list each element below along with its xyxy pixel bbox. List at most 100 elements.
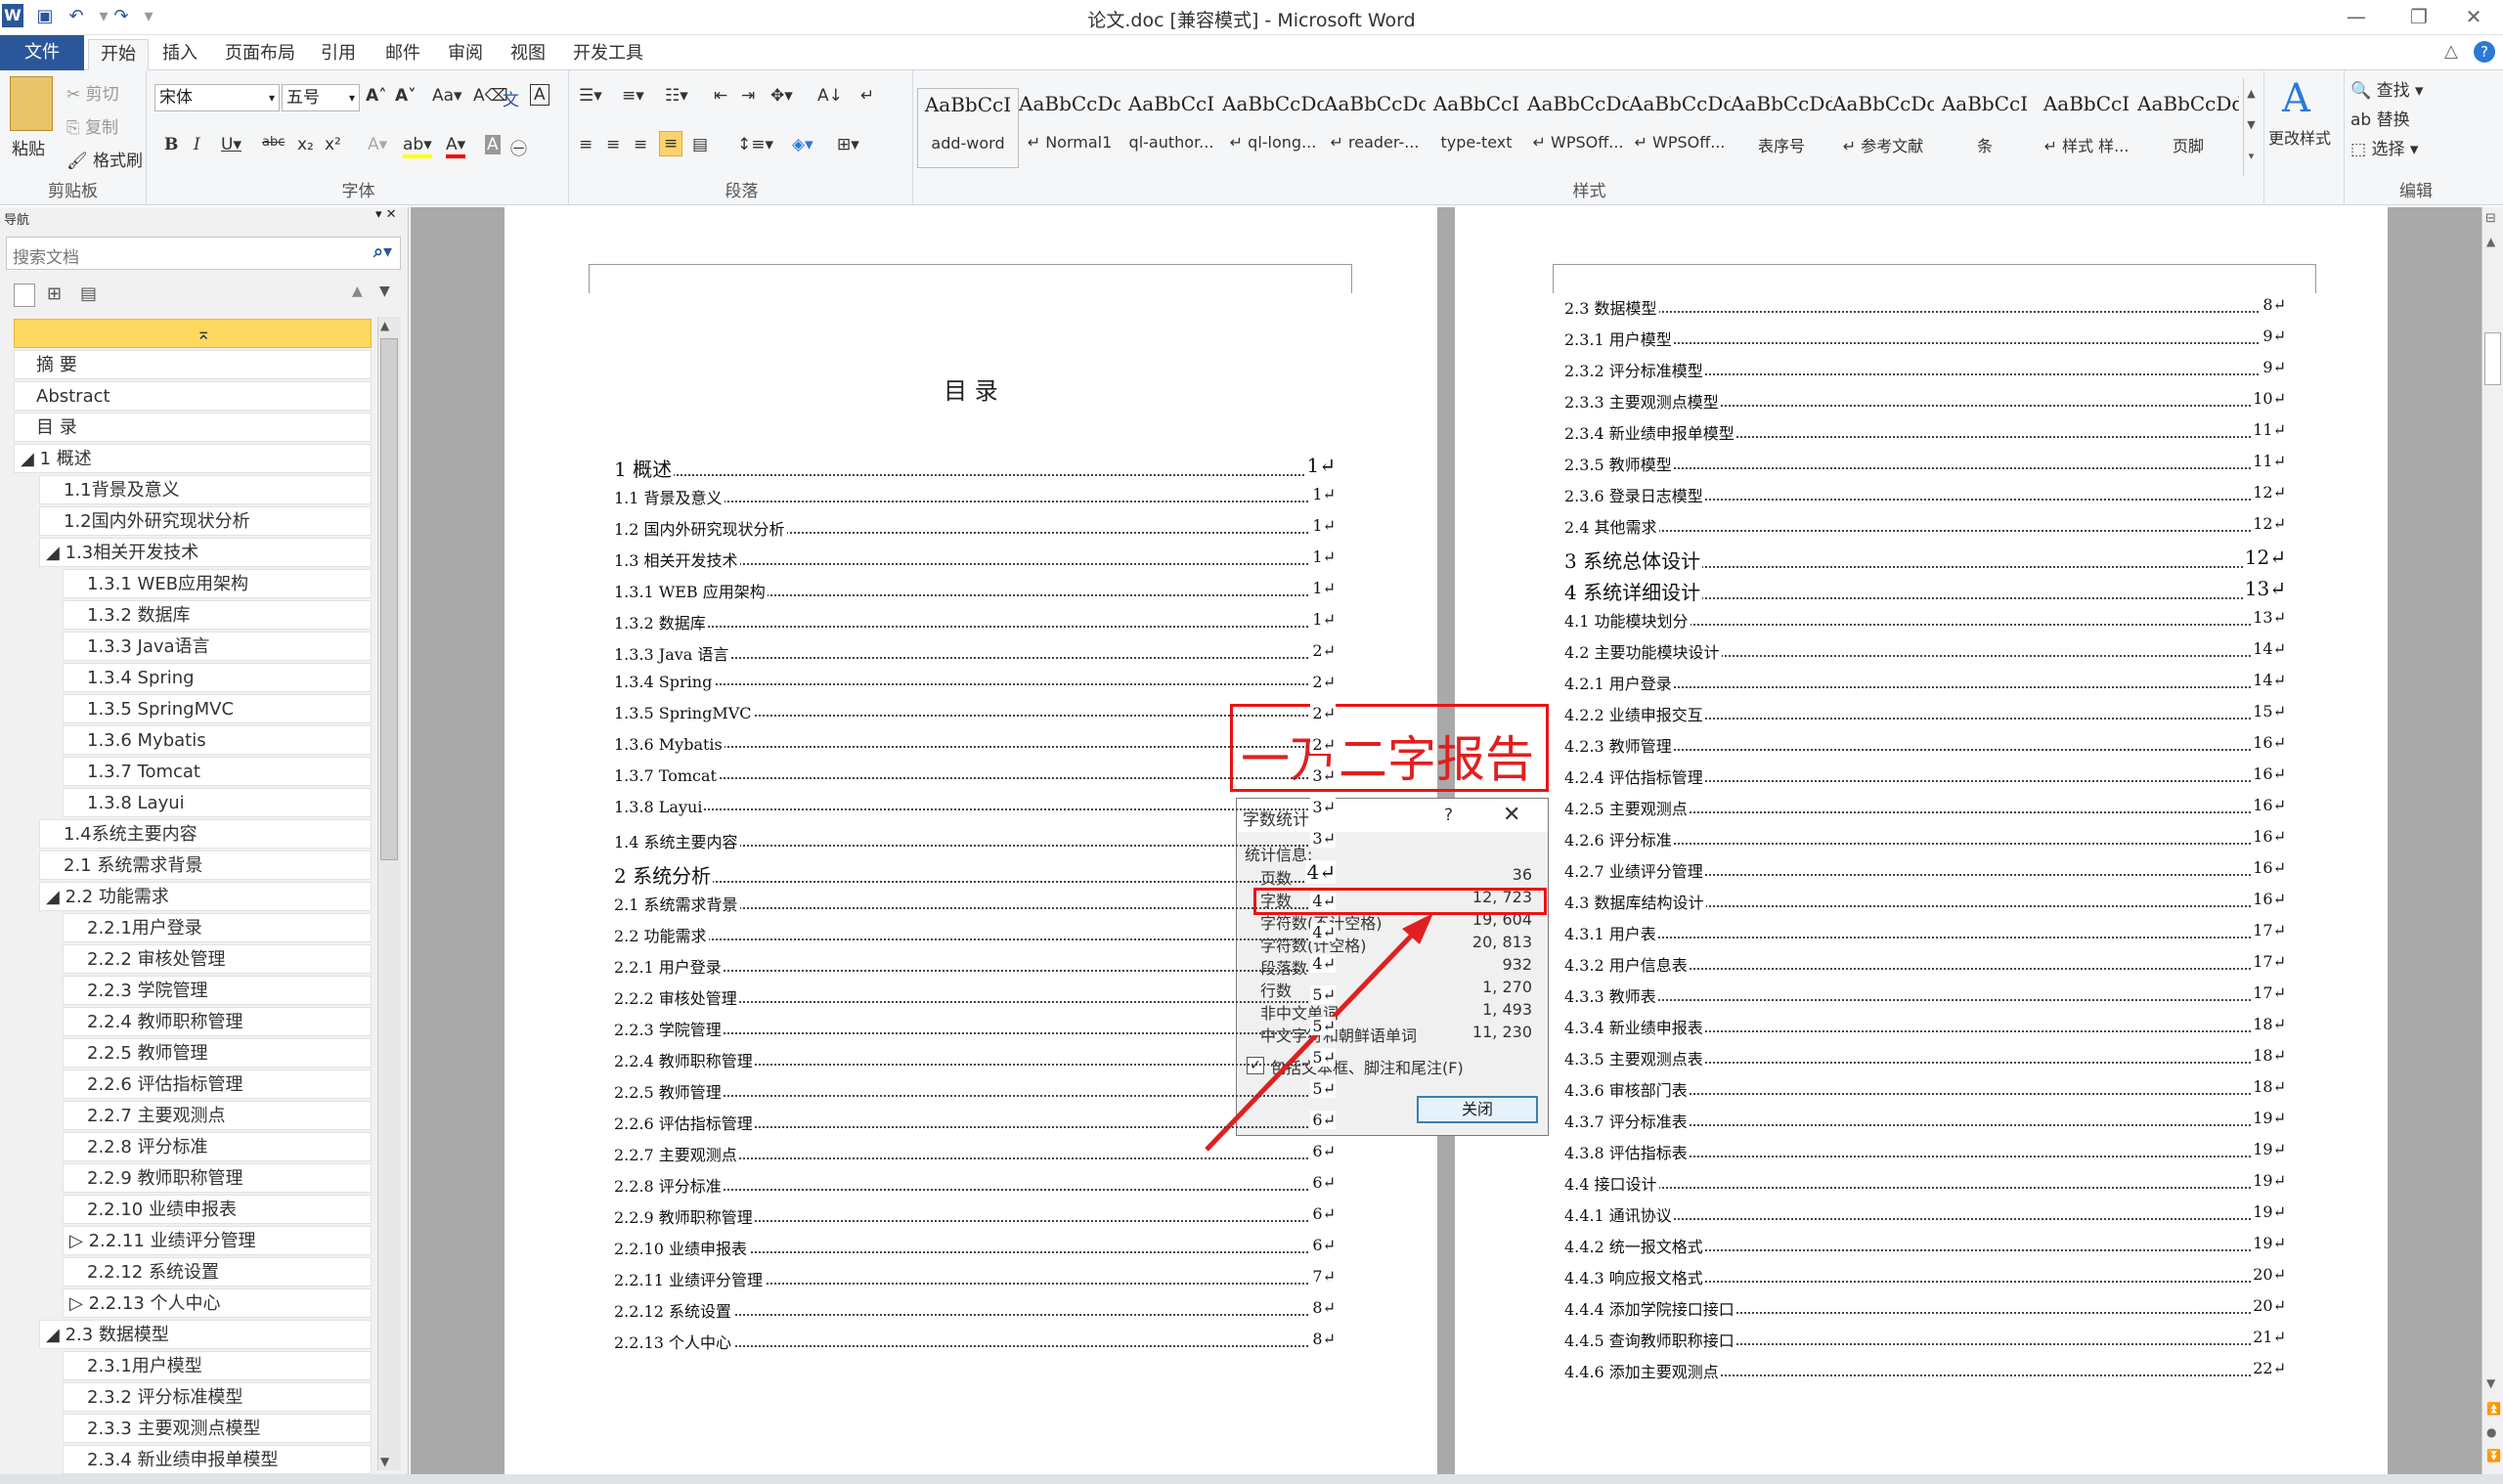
toc-entry[interactable]: 4.4.1 通讯协议 19↵ [1564, 1202, 2286, 1226]
strikethrough-button[interactable]: abc [262, 135, 285, 150]
toc-entry[interactable]: 2.3.6 登录日志模型 12↵ [1564, 483, 2286, 506]
change-styles-icon[interactable]: A [2282, 76, 2310, 121]
toc-entry[interactable]: 4 系统详细设计 13↵ [1564, 577, 2286, 605]
numbering-icon[interactable]: ≡▾ [622, 86, 644, 106]
nav-heading-item[interactable]: 2.3.4 新业绩申报单模型 [63, 1445, 372, 1474]
nav-heading-item[interactable]: 2.2.5 教师管理 [63, 1038, 372, 1068]
tab-view[interactable]: 视图 [499, 39, 557, 70]
style-item[interactable]: AaBbCcI 条 [1934, 88, 2036, 168]
nav-heading-item[interactable]: 2.3.2 评分标准模型 [63, 1382, 372, 1412]
shrink-font-icon[interactable]: A˅ [395, 86, 417, 106]
toc-entry[interactable]: 4.2.1 用户登录 14↵ [1564, 671, 2286, 694]
minimize-ribbon-icon[interactable]: △ [2444, 41, 2458, 62]
nav-heading-item[interactable]: 1.3.4 Spring [63, 663, 372, 692]
nav-heading-item[interactable]: 摘 要 [14, 350, 372, 379]
toc-entry[interactable]: 4.4.4 添加学院接口接口 20↵ [1564, 1296, 2286, 1320]
nav-scroll-up-icon[interactable]: ▲ [380, 319, 389, 332]
scroll-thumb[interactable] [2484, 332, 2501, 385]
nav-heading-item[interactable]: ◢ 1 概述 [14, 444, 372, 473]
toc-entry[interactable]: 4.2.2 业绩申报交互 15↵ [1564, 702, 2286, 725]
select-button[interactable]: ⬚ 选择 ▾ [2350, 135, 2418, 159]
paste-icon[interactable] [10, 76, 53, 131]
nav-heading-item[interactable]: ◢ 1.3相关开发技术 [39, 538, 372, 567]
nav-heading-item[interactable]: 2.2.3 学院管理 [63, 976, 372, 1005]
toc-entry[interactable]: 2.3.4 新业绩申报单模型 11↵ [1564, 420, 2286, 444]
style-item[interactable]: AaBbCcI ql-author... [1120, 88, 1222, 168]
toc-entry[interactable]: 4.3.6 审核部门表 18↵ [1564, 1077, 2286, 1101]
multilevel-list-icon[interactable]: ☷▾ [665, 86, 688, 106]
toc-entry[interactable]: 2.2.1 用户登录 4↵ [614, 954, 1336, 978]
toc-entry[interactable]: 1.2 国内外研究现状分析 1↵ [614, 516, 1336, 540]
align-right-icon[interactable]: ≡ [634, 135, 647, 154]
toc-entry[interactable]: 3 系统总体设计 12↵ [1564, 546, 2286, 574]
browse-object-icon[interactable]: ● [2486, 1425, 2496, 1439]
nav-heading-item[interactable]: 2.2.9 教师职称管理 [63, 1163, 372, 1193]
nav-heading-item[interactable]: 1.1背景及意义 [39, 475, 372, 504]
document-scrollbar[interactable]: ⊟ ▲ ▼ ⏫ ● ⏬ [2481, 207, 2503, 1476]
minimize-button[interactable]: — [2327, 2, 2386, 31]
nav-heading-item[interactable]: ▷ 2.2.13 个人中心 [63, 1288, 372, 1318]
nav-heading-item[interactable]: 2.3.1用户模型 [63, 1351, 372, 1380]
nav-heading-item[interactable]: Abstract [14, 381, 372, 411]
grow-font-icon[interactable]: A˄ [366, 86, 387, 106]
page-1[interactable]: 目 录 1 概述 1↵ 1.1 背景及意义 1↵ 1.2 国内外研究现状分析 1↵ 1.3 … [505, 207, 1437, 1476]
toc-entry[interactable]: 4.3.1 用户表 17↵ [1564, 921, 2286, 944]
toc-entry[interactable]: 2.3.1 用户模型 9↵ [1564, 327, 2286, 350]
nav-heading-item[interactable]: 2.2.12 系统设置 [63, 1257, 372, 1287]
help-icon[interactable]: ? [2474, 41, 2495, 63]
next-page-icon[interactable]: ⏬ [2486, 1449, 2501, 1462]
toc-entry[interactable]: 1.4 系统主要内容 3↵ [614, 829, 1336, 852]
sort-icon[interactable]: A↓ [817, 86, 843, 106]
toc-entry[interactable]: 4.4.2 统一报文格式 19↵ [1564, 1234, 2286, 1257]
toc-entry[interactable]: 2.3.2 评分标准模型 9↵ [1564, 358, 2286, 381]
toc-entry[interactable]: 4.3.4 新业绩申报表 18↵ [1564, 1015, 2286, 1038]
nav-heading-item[interactable]: 1.3.7 Tomcat [63, 757, 372, 786]
toc-entry[interactable]: 1.3.7 Tomcat 3↵ [614, 766, 1336, 785]
style-item[interactable]: AaBbCcI add-word [917, 88, 1019, 168]
style-item[interactable]: AaBbCcDd ↵ WPSOff... [1629, 88, 1731, 168]
toc-entry[interactable]: 4.2.6 评分标准 16↵ [1564, 827, 2286, 851]
tab-home[interactable]: 开始 [88, 39, 149, 70]
tab-review[interactable]: 审阅 [436, 39, 495, 70]
tab-developer[interactable]: 开发工具 [561, 39, 655, 70]
nav-heading-item[interactable]: ▷ 2.2.11 业绩评分管理 [63, 1226, 372, 1255]
toc-entry[interactable]: 1.3 相关开发技术 1↵ [614, 547, 1336, 571]
search-icon[interactable]: ⌕▾ [373, 241, 392, 262]
nav-heading-item[interactable]: 2.2.7 主要观测点 [63, 1101, 372, 1130]
toc-entry[interactable]: 4.3.8 评估指标表 19↵ [1564, 1140, 2286, 1163]
font-size-select[interactable]: 五号 ▾ [282, 84, 360, 111]
style-item[interactable]: AaBbCcI ↵ 样式 样... [2036, 88, 2137, 168]
toc-entry[interactable]: 2.2.11 业绩评分管理 7↵ [614, 1267, 1336, 1290]
nav-heading-item[interactable]: ◢ 2.3 数据模型 [39, 1320, 372, 1349]
scroll-down-icon[interactable]: ▼ [2486, 1376, 2495, 1390]
nav-heading-item[interactable]: 2.2.8 评分标准 [63, 1132, 372, 1161]
toc-entry[interactable]: 2.3.5 教师模型 11↵ [1564, 452, 2286, 475]
change-case-icon[interactable]: Aa▾ [432, 86, 462, 106]
scroll-up-icon[interactable]: ▲ [2486, 235, 2495, 248]
format-painter-button[interactable]: 🖌 格式刷 [66, 147, 143, 171]
font-color-icon[interactable]: A▾ [446, 135, 466, 158]
nav-heading-item[interactable]: 目 录 [14, 413, 372, 442]
toc-entry[interactable]: 4.3.7 评分标准表 19↵ [1564, 1109, 2286, 1132]
nav-scrollbar[interactable]: ▲ ▼ [377, 317, 401, 1470]
toc-entry[interactable]: 4.4.3 响应报文格式 20↵ [1564, 1265, 2286, 1288]
style-item[interactable]: AaBbCcDc ↵ reader-... [1324, 88, 1426, 168]
borders-icon[interactable]: ⊞▾ [837, 135, 859, 154]
nav-heading-item[interactable]: ◢ 2.2 功能需求 [39, 882, 372, 911]
paste-button[interactable]: 粘贴 [12, 135, 45, 159]
distributed-icon[interactable]: ▤ [692, 135, 708, 154]
nav-scroll-down-icon[interactable]: ▼ [380, 1455, 389, 1468]
nav-heading-item[interactable]: 1.3.1 WEB应用架构 [63, 569, 372, 598]
text-effects-icon[interactable]: A▾ [368, 135, 387, 154]
chinese-layout-icon[interactable]: ✥▾ [770, 86, 793, 106]
close-window-button[interactable]: ✕ [2444, 2, 2503, 31]
toc-entry[interactable]: 2.3.3 主要观测点模型 10↵ [1564, 389, 2286, 413]
style-item[interactable]: AaBbCcDc ↵ 参考文献 [1832, 88, 1934, 168]
nav-heading-item[interactable]: 2.3.3 主要观测点模型 [63, 1414, 372, 1443]
restore-button[interactable]: ❐ [2390, 2, 2448, 31]
toc-entry[interactable]: 1.1 背景及意义 1↵ [614, 485, 1336, 508]
toc-entry[interactable]: 4.3 数据库结构设计 16↵ [1564, 890, 2286, 913]
toc-entry[interactable]: 1.3.8 Layui 3↵ [614, 798, 1336, 816]
toc-entry[interactable]: 4.3.2 用户信息表 17↵ [1564, 952, 2286, 976]
nav-heading-item[interactable]: 1.3.2 数据库 [63, 600, 372, 630]
